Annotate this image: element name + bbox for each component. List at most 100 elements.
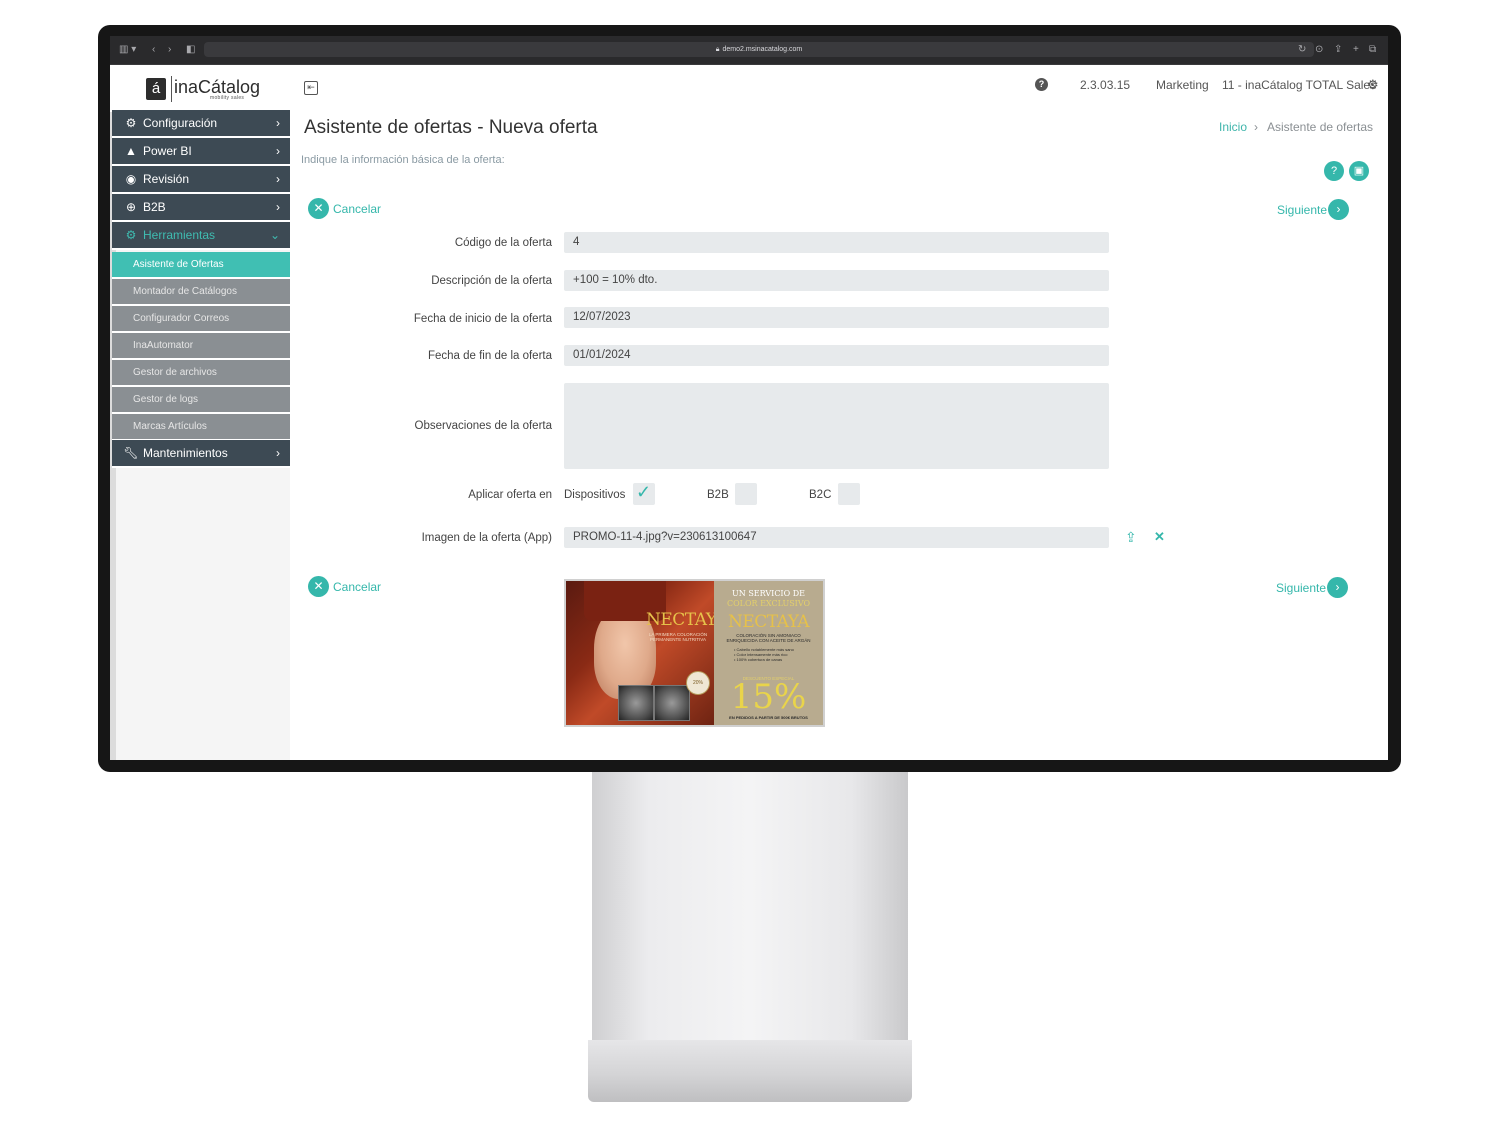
notes-textarea[interactable]: [564, 383, 1109, 469]
next-top-button[interactable]: Siguiente: [1277, 203, 1327, 217]
promo-benefits-list: • Cabello notablemente más sano • Color …: [734, 647, 814, 662]
b2c-label: B2C: [809, 489, 832, 501]
cancel-bottom-icon[interactable]: ✕: [308, 576, 329, 597]
notes-label: Observaciones de la oferta: [414, 420, 552, 432]
sidebar-subitem-inaautomator[interactable]: InaAutomator: [112, 333, 290, 360]
b2b-label: B2B: [707, 489, 729, 501]
next-top-icon[interactable]: ›: [1328, 199, 1349, 220]
sidebar-subitem-gestor-logs[interactable]: Gestor de logs: [112, 387, 290, 414]
lock-icon: 🔒︎: [715, 46, 720, 53]
cancel-top-button[interactable]: Cancelar: [333, 202, 381, 216]
upload-icon[interactable]: ⇪: [1125, 529, 1137, 545]
chevron-right-icon: ›: [276, 172, 280, 186]
screen: ▥ ▾ ‹ › ◧ ◐ 🔒︎demo2.msinacatalog.com ↻ ⊙…: [110, 36, 1388, 760]
help-circle-icon[interactable]: ?: [1324, 161, 1344, 181]
b2c-checkbox[interactable]: [838, 483, 860, 505]
tabs-overview-icon[interactable]: ⧉: [1369, 44, 1376, 56]
address-bar[interactable]: 🔒︎ demo2.msinacatalog.com: [204, 42, 1314, 57]
description-label: Descripción de la oferta: [431, 275, 552, 287]
checkmark-icon: ✓: [636, 482, 652, 502]
offer-image-preview: NECTAYA LA PRIMERA COLORACIÓN PERMANENTE…: [564, 579, 825, 727]
version-label: 2.3.03.15: [1080, 78, 1131, 92]
sidebar-subitem-marcas-articulos[interactable]: Marcas Artículos: [112, 414, 290, 441]
promo-right-panel: UN SERVICIO DE COLOR EXCLUSIVO NECTAYA C…: [714, 581, 823, 725]
code-input[interactable]: 4: [564, 232, 1109, 253]
eye-icon: ◉: [125, 172, 137, 186]
devices-checkbox[interactable]: ✓: [633, 482, 655, 505]
collapse-sidebar-icon[interactable]: ⇤: [304, 81, 318, 95]
download-icon[interactable]: ⊙: [1315, 44, 1323, 56]
promo-brand-right: NECTAYA: [728, 612, 809, 632]
next-bottom-button[interactable]: Siguiente: [1276, 581, 1326, 595]
logo-mark: á: [146, 78, 166, 100]
promo-left-subtitle: LA PRIMERA COLORACIÓN PERMANENTE NUTRITI…: [648, 632, 708, 642]
next-bottom-icon[interactable]: ›: [1327, 577, 1348, 598]
remove-icon[interactable]: ✕: [1154, 529, 1165, 545]
image-filename-input[interactable]: PROMO-11-4.jpg?v=230613100647: [564, 527, 1109, 548]
sidebar-subitem-configurador-correos[interactable]: Configurador Correos: [112, 306, 290, 333]
apply-label: Aplicar oferta en: [468, 489, 552, 501]
sidebar-subitem-montador-catalogos[interactable]: Montador de Catálogos: [112, 279, 290, 306]
promo-left-panel: NECTAYA LA PRIMERA COLORACIÓN PERMANENTE…: [566, 581, 727, 725]
chevron-right-icon: ›: [276, 446, 280, 460]
chevron-right-icon: ›: [276, 144, 280, 158]
gear-icon: ⚙: [125, 116, 137, 130]
chevron-down-icon: ⌄: [269, 228, 280, 242]
code-label: Código de la oferta: [454, 237, 552, 249]
logo-tagline: mobility sales: [210, 95, 245, 101]
settings-gear-icon[interactable]: ⚙: [1367, 78, 1379, 92]
page-title: Asistente de ofertas - Nueva oferta: [304, 117, 598, 138]
back-icon[interactable]: ‹: [152, 44, 155, 56]
cancel-bottom-button[interactable]: Cancelar: [333, 580, 381, 594]
end-date-input[interactable]: 01/01/2024: [564, 345, 1109, 366]
breadcrumb-current: Asistente de ofertas: [1267, 120, 1374, 134]
sidebar-item-mantenimientos[interactable]: 🔧︎ Mantenimientos ›: [112, 440, 290, 468]
browser-toolbar: ▥ ▾ ‹ › ◧ ◐ 🔒︎demo2.msinacatalog.com ↻ ⊙…: [110, 36, 1388, 65]
promo-footer: EN PEDIDOS A PARTIR DE 500€ BRUTOS: [729, 715, 808, 720]
breadcrumb-separator-icon: ›: [1254, 120, 1258, 134]
share-icon[interactable]: ⇪: [1334, 44, 1342, 56]
chevron-right-icon: ›: [276, 116, 280, 130]
intro-text: Indique la información básica de la ofer…: [301, 154, 505, 166]
company-selector[interactable]: 11 - inaCátalog TOTAL Sales: [1222, 78, 1376, 92]
start-date-label: Fecha de inicio de la oferta: [413, 313, 552, 325]
extension-icon[interactable]: ◧: [186, 44, 195, 56]
hair-closeup-1: [618, 685, 654, 721]
help-icon[interactable]: ?: [1035, 78, 1048, 91]
promo-percent: 15%: [730, 677, 807, 717]
wrench-icon: 🔧︎: [123, 446, 139, 460]
monitor-base: [588, 1040, 912, 1102]
cancel-top-icon[interactable]: ✕: [308, 198, 329, 219]
sidebar-item-configuracion[interactable]: ⚙ Configuración ›: [112, 110, 290, 138]
triangle-icon: ▲: [125, 144, 137, 158]
sidebar-item-b2b[interactable]: ⊕ B2B ›: [112, 194, 290, 222]
description-input[interactable]: +100 = 10% dto.: [564, 270, 1109, 291]
sidebar-subitem-gestor-archivos[interactable]: Gestor de archivos: [112, 360, 290, 387]
cogs-icon: ⚙: [125, 228, 137, 242]
reload-icon[interactable]: ↻: [1298, 44, 1306, 56]
sidebar-subitem-asistente-ofertas[interactable]: Asistente de Ofertas: [112, 252, 290, 279]
chevron-right-icon: ›: [276, 200, 280, 214]
sidebar-item-herramientas[interactable]: ⚙ Herramientas ⌄: [112, 222, 290, 250]
logo-divider: [171, 76, 172, 102]
globe-icon: ⊕: [125, 200, 137, 214]
sidebar-item-revision[interactable]: ◉ Revisión ›: [112, 166, 290, 194]
image-label: Imagen de la oferta (App): [421, 532, 552, 544]
monitor-stand: [592, 770, 908, 1060]
breadcrumb-home[interactable]: Inicio: [1219, 120, 1247, 134]
promo-heading-1: UN SERVICIO DE: [732, 589, 805, 598]
b2b-checkbox[interactable]: [735, 483, 757, 505]
devices-label: Dispositivos: [564, 489, 626, 501]
promo-badge: 20%: [686, 671, 710, 695]
start-date-input[interactable]: 12/07/2023: [564, 307, 1109, 328]
video-icon[interactable]: ▣: [1349, 161, 1369, 181]
url-text: 🔒︎ demo2.msinacatalog.com: [715, 46, 803, 53]
forward-icon[interactable]: ›: [168, 44, 171, 56]
promo-right-subtitle: COLORACIÓN SIN AMONIACO ENRIQUECIDA CON …: [726, 633, 811, 643]
sidebar-toggle-icon[interactable]: ▥ ▾: [119, 44, 136, 56]
new-tab-icon[interactable]: +: [1353, 44, 1359, 56]
logo-text: inaCátalog: [174, 77, 261, 97]
sidebar-item-power-bi[interactable]: ▲ Power BI ›: [112, 138, 290, 166]
end-date-label: Fecha de fin de la oferta: [427, 350, 552, 362]
department-label[interactable]: Marketing: [1156, 78, 1209, 92]
